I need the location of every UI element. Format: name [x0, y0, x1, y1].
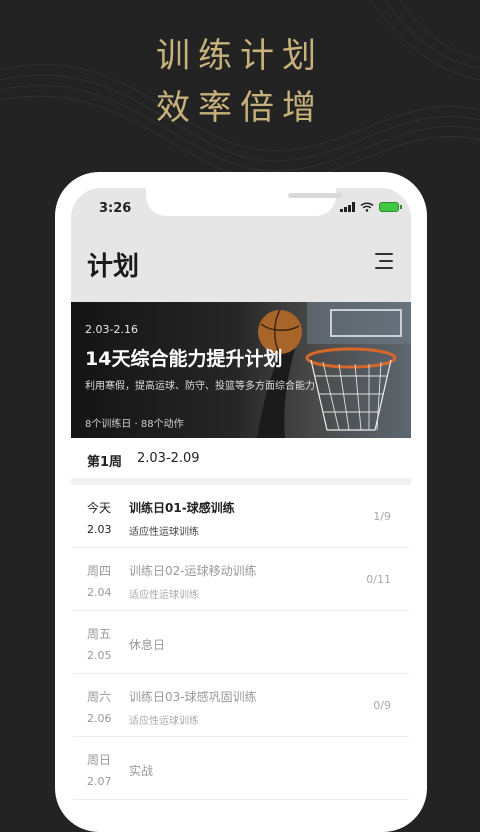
schedule-row-sunday[interactable]: 周日 2.07 实战: [73, 737, 409, 800]
row-date: 2.07: [87, 775, 112, 788]
row-day: 周六: [87, 690, 112, 704]
promo-line-2: 效率倍增: [156, 88, 324, 128]
plan-banner[interactable]: 2.03-2.16 14天综合能力提升计划 利用寒假，提高运球、防守、投篮等多方…: [71, 302, 411, 438]
schedule-row-friday[interactable]: 周五 2.05 休息日: [73, 611, 409, 674]
row-name: 实战: [129, 764, 154, 778]
promo-line-1: 训练计划: [156, 36, 324, 76]
row-date: 2.04: [87, 586, 112, 599]
schedule-row-saturday[interactable]: 周六 2.06 训练日03-球感巩固训练 适应性运球训练 0/9: [73, 674, 409, 737]
row-name: 训练日03-球感巩固训练: [129, 690, 257, 704]
row-date: 2.03: [87, 523, 112, 536]
week-label: 第1周: [87, 455, 123, 470]
menu-button[interactable]: [373, 252, 393, 270]
promo-headline: 训练计划 效率倍增: [0, 30, 480, 134]
phone-frame: 3:26 计划 2.03-2.16 14天综合能力提升计划 利用寒假，提高运球、…: [55, 172, 427, 832]
row-progress: 1/9: [373, 510, 391, 523]
page-title: 计划: [87, 252, 140, 282]
battery-charging-icon: [379, 202, 402, 212]
banner-date-range: 2.03-2.16: [85, 323, 138, 336]
status-time: 3:26: [99, 201, 132, 216]
schedule-row-today[interactable]: 今天 2.03 训练日01-球感训练 适应性运球训练 1/9: [73, 485, 409, 548]
row-subtitle: 适应性运球训练: [129, 590, 199, 601]
status-icons: [340, 202, 402, 212]
row-progress: 0/11: [366, 573, 391, 586]
row-day: 周四: [87, 564, 112, 578]
wifi-icon: [360, 202, 374, 212]
row-subtitle: 适应性运球训练: [129, 716, 199, 727]
schedule-row-thursday[interactable]: 周四 2.04 训练日02-运球移动训练 适应性运球训练 0/11: [73, 548, 409, 611]
row-progress: 0/9: [373, 699, 391, 712]
app-screen: 3:26 计划 2.03-2.16 14天综合能力提升计划 利用寒假，提高运球、…: [71, 188, 411, 828]
row-date: 2.06: [87, 712, 112, 725]
row-date: 2.05: [87, 649, 112, 662]
row-day: 今天: [87, 501, 112, 515]
signal-icon: [340, 202, 355, 212]
row-day: 周五: [87, 627, 112, 641]
row-name: 训练日01-球感训练: [129, 501, 235, 515]
banner-description: 利用寒假，提高运球、防守、投篮等多方面综合能力: [85, 381, 315, 392]
schedule-list: 今天 2.03 训练日01-球感训练 适应性运球训练 1/9 周四 2.04 训…: [71, 485, 411, 800]
banner-meta: 8个训练日 · 88个动作: [85, 419, 184, 430]
row-name: 休息日: [129, 638, 166, 652]
row-subtitle: 适应性运球训练: [129, 527, 199, 538]
app-header: 3:26 计划: [71, 188, 411, 302]
row-day: 周日: [87, 753, 112, 767]
week-selector[interactable]: 第1周 2.03-2.09: [71, 438, 411, 485]
week-range: 2.03-2.09: [137, 451, 200, 466]
phone-speaker: [288, 193, 342, 198]
phone-notch: [146, 188, 342, 216]
row-name: 训练日02-运球移动训练: [129, 564, 257, 578]
banner-title: 14天综合能力提升计划: [85, 348, 283, 370]
